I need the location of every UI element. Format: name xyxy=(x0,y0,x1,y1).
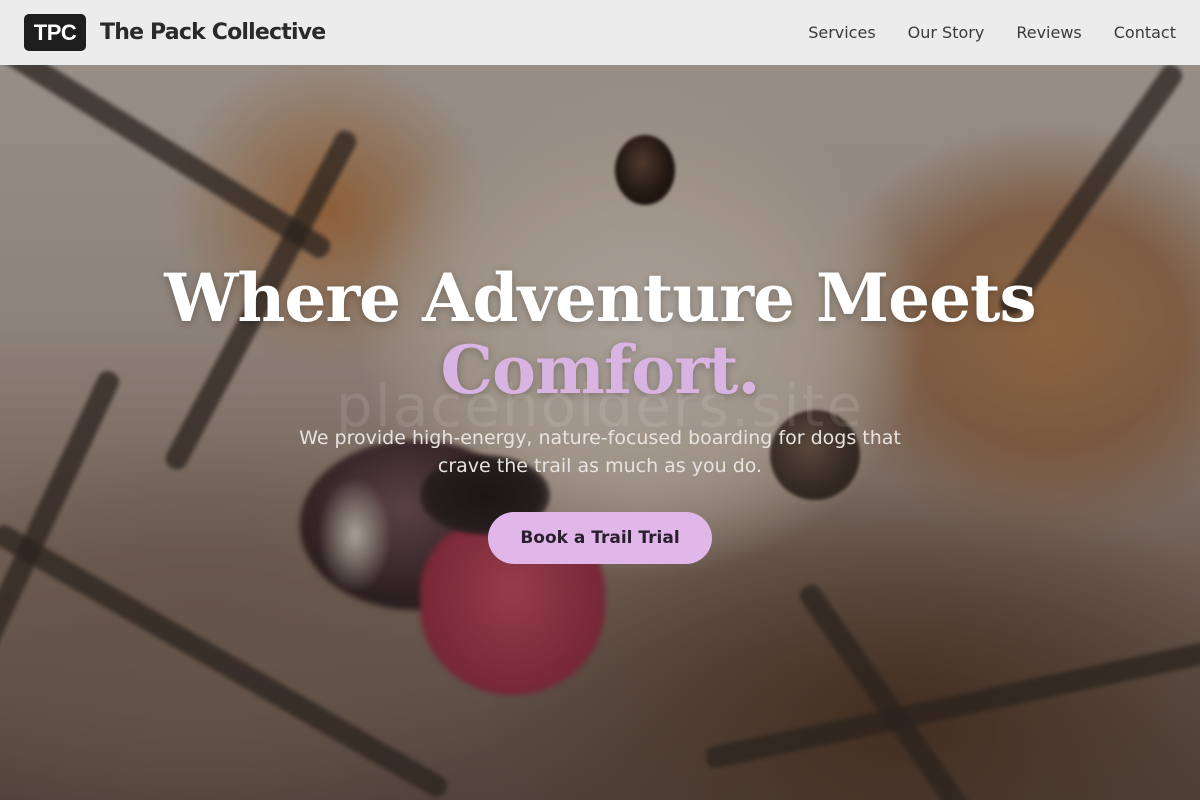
hero-subtitle: We provide high-energy, nature-focused b… xyxy=(299,427,901,477)
site-header: TPC The Pack Collective Services Our Sto… xyxy=(0,0,1200,65)
headline-main: Where Adventure Meets xyxy=(164,259,1036,337)
brand-home-link[interactable]: TPC The Pack Collective xyxy=(24,14,326,51)
headline-accent: Comfort. xyxy=(440,331,760,409)
logo-badge: TPC xyxy=(24,14,86,51)
nav-link-services[interactable]: Services xyxy=(808,23,875,42)
nav-link-contact[interactable]: Contact xyxy=(1114,23,1176,42)
main-nav: Services Our Story Reviews Contact xyxy=(808,23,1176,42)
nav-link-our-story[interactable]: Our Story xyxy=(908,23,985,42)
hero-content: Where Adventure Meets Comfort. We provid… xyxy=(0,262,1200,564)
brand-name: The Pack Collective xyxy=(100,20,326,45)
book-trail-trial-button[interactable]: Book a Trail Trial xyxy=(488,512,712,564)
nav-link-reviews[interactable]: Reviews xyxy=(1016,23,1081,42)
hero-headline: Where Adventure Meets Comfort. xyxy=(0,262,1200,406)
